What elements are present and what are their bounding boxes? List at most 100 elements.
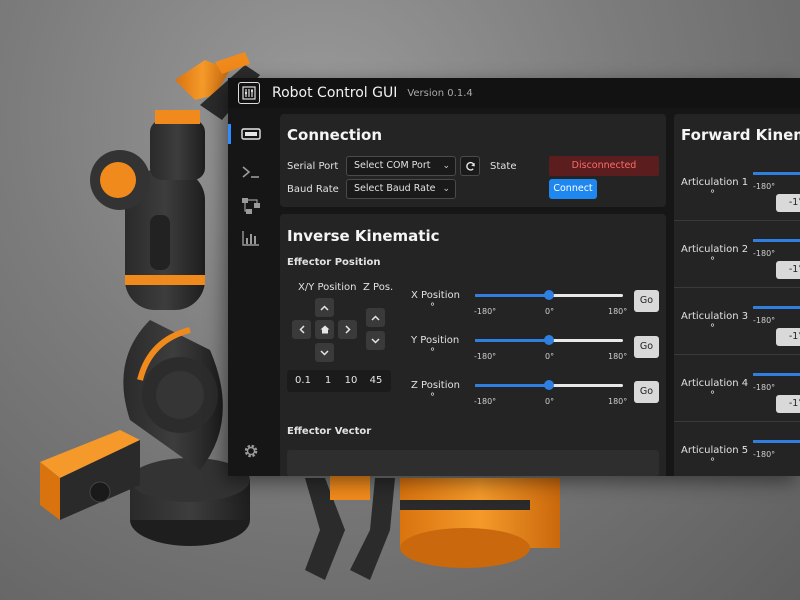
chart-icon [242, 231, 259, 246]
diagram-icon [242, 198, 260, 214]
chevron-down-icon [320, 349, 329, 356]
slider-fill [475, 294, 549, 297]
terminal-icon [242, 166, 259, 178]
serial-port-select[interactable]: Select COM Port ⌄ [346, 156, 456, 176]
step-option[interactable]: 0.1 [292, 375, 314, 386]
serial-port-icon [241, 128, 261, 140]
articulation-slider[interactable] [753, 434, 800, 448]
effector-vector-area [287, 450, 659, 476]
move-y-down-button[interactable] [315, 343, 334, 362]
connection-panel: Connection Serial Port Select COM Port ⌄… [280, 114, 666, 207]
articulation-min-label: -180° [753, 249, 776, 258]
move-z-up-button[interactable] [366, 308, 385, 327]
z-min-label: -180° [474, 397, 497, 406]
articulation-min-label: -180° [753, 182, 776, 191]
connection-status-badge: Disconnected [549, 156, 659, 176]
sidebar-item-terminal[interactable] [238, 159, 264, 185]
articulation-value-button[interactable]: -1° [776, 395, 800, 413]
app-version: Version 0.1.4 [407, 87, 473, 99]
articulation-value-button[interactable]: -1° [776, 328, 800, 346]
y-position-slider[interactable] [475, 333, 623, 347]
app-title: Robot Control GUI [272, 85, 398, 101]
sidebar-item-connection[interactable] [238, 121, 264, 147]
articulation-unit: ° [710, 390, 715, 401]
articulation-unit: ° [710, 256, 715, 267]
articulation-unit: ° [710, 457, 715, 468]
x-max-label: 180° [608, 307, 628, 316]
step-option[interactable]: 1 [317, 375, 339, 386]
connect-button[interactable]: Connect [549, 179, 597, 199]
slider-thumb[interactable] [544, 335, 554, 345]
slider-fill [753, 172, 800, 175]
baud-rate-value: Select Baud Rate [354, 183, 436, 194]
x-go-button[interactable]: Go [634, 290, 659, 312]
articulation-label: Articulation 1 [681, 177, 749, 188]
articulation-slider[interactable] [753, 300, 800, 314]
move-z-down-button[interactable] [366, 331, 385, 350]
y-go-button[interactable]: Go [634, 336, 659, 358]
articulation-min-label: -180° [753, 316, 776, 325]
slider-thumb[interactable] [544, 380, 554, 390]
x-min-label: -180° [474, 307, 497, 316]
chevron-up-icon [320, 304, 329, 311]
articulation-label: Articulation 2 [681, 244, 749, 255]
home-icon [320, 325, 329, 334]
sidebar-item-charts[interactable] [238, 225, 264, 251]
inverse-kinematic-title: Inverse Kinematic [287, 227, 440, 245]
app-window: Robot Control GUI Version 0.1.4 Connecti… [228, 78, 800, 476]
articulation-value-button[interactable]: -1° [776, 194, 800, 212]
articulation-row: Articulation 4° -180°-1° [674, 355, 800, 422]
y-max-label: 180° [608, 352, 628, 361]
inverse-kinematic-panel: Inverse Kinematic Effector Position X/Y … [280, 214, 666, 476]
baud-rate-label: Baud Rate [287, 184, 339, 195]
move-x-right-button[interactable] [338, 320, 357, 339]
articulation-slider[interactable] [753, 166, 800, 180]
slider-thumb[interactable] [544, 290, 554, 300]
chevron-right-icon [344, 325, 351, 334]
title-bar: Robot Control GUI Version 0.1.4 [228, 78, 800, 108]
z-mid-label: 0° [545, 397, 555, 406]
sidebar-active-indicator [228, 124, 231, 144]
xy-position-label: X/Y Position [298, 282, 357, 293]
step-option[interactable]: 45 [365, 375, 387, 386]
slider-fill [475, 339, 549, 342]
articulation-row: Articulation 1° -180°-1° [674, 154, 800, 221]
app-logo-icon [238, 82, 260, 104]
z-position-slider[interactable] [475, 378, 623, 392]
articulation-slider[interactable] [753, 367, 800, 381]
home-button[interactable] [315, 320, 334, 339]
slider-fill [753, 239, 800, 242]
sidebar-item-settings[interactable] [238, 438, 264, 464]
articulation-value-button[interactable]: -1° [776, 261, 800, 279]
slider-fill [753, 306, 800, 309]
articulation-min-label: -180° [753, 383, 776, 392]
chevron-down-icon: ⌄ [442, 161, 450, 171]
articulation-slider[interactable] [753, 233, 800, 247]
x-mid-label: 0° [545, 307, 555, 316]
articulation-unit: ° [710, 189, 715, 200]
x-position-label: X Position [411, 290, 460, 301]
z-max-label: 180° [608, 397, 628, 406]
serial-port-label: Serial Port [287, 161, 339, 172]
z-position-label: Z Position [411, 380, 460, 391]
y-mid-label: 0° [545, 352, 555, 361]
step-option[interactable]: 10 [340, 375, 362, 386]
chevron-down-icon: ⌄ [442, 184, 450, 194]
refresh-ports-button[interactable] [460, 156, 480, 176]
z-go-button[interactable]: Go [634, 381, 659, 403]
chevron-down-icon [371, 337, 380, 344]
sidebar [228, 108, 274, 476]
chevron-up-icon [371, 314, 380, 321]
x-position-slider[interactable] [475, 288, 623, 302]
baud-rate-select[interactable]: Select Baud Rate ⌄ [346, 179, 456, 199]
move-x-left-button[interactable] [292, 320, 311, 339]
articulation-row: Articulation 5 ° -180° [674, 422, 800, 476]
articulation-label: Articulation 4 [681, 378, 749, 389]
sidebar-item-workflow[interactable] [238, 193, 264, 219]
state-label: State [490, 161, 517, 172]
slider-fill [753, 440, 800, 443]
articulation-row: Articulation 2° -180°-1° [674, 221, 800, 288]
move-y-up-button[interactable] [315, 298, 334, 317]
forward-kinematic-panel: Forward Kinema Articulation 1°-180°-1°Ar… [674, 114, 800, 476]
z-position-unit: ° [430, 392, 435, 403]
